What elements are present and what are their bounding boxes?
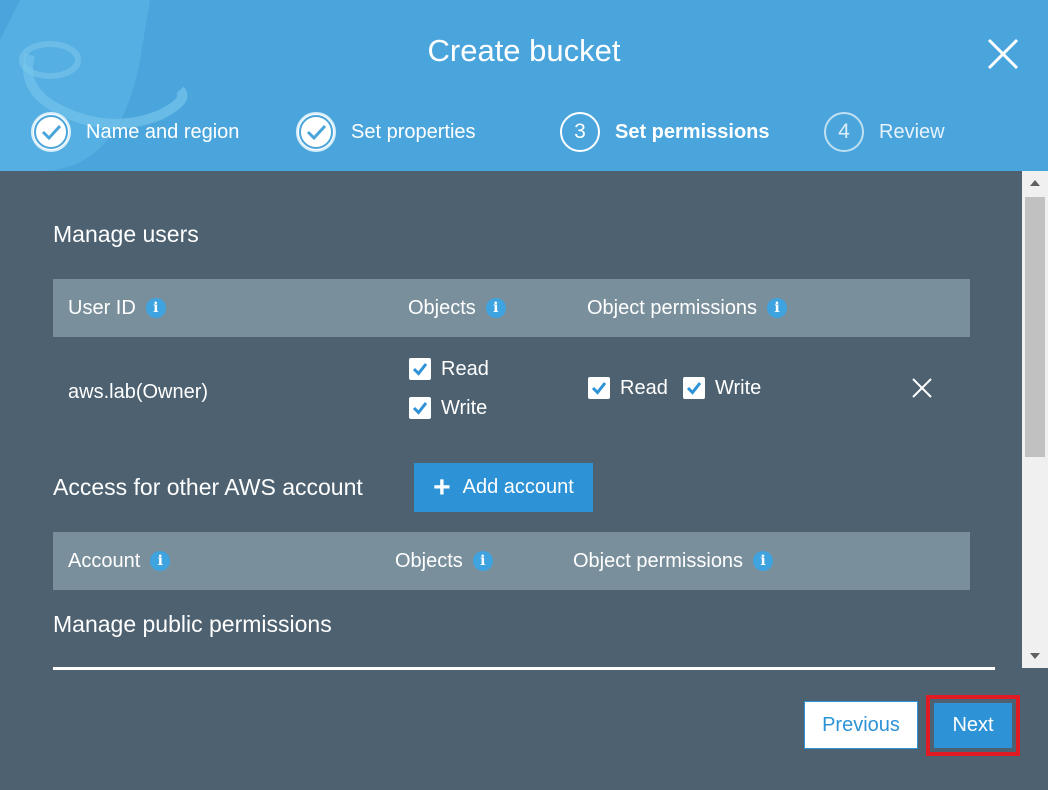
step-number: 3: [560, 112, 600, 152]
other-accounts-heading: Access for other AWS account: [53, 474, 363, 500]
close-icon[interactable]: [985, 36, 1021, 72]
step-label: Review: [879, 120, 945, 143]
divider: [53, 667, 995, 670]
column-header-objects: Objects i: [408, 279, 506, 337]
step-complete-icon: [296, 112, 336, 152]
step-number: 4: [824, 112, 864, 152]
users-table-header: User ID i Objects i Object permissions i: [53, 279, 970, 337]
info-icon[interactable]: i: [485, 298, 506, 318]
check-icon[interactable]: [409, 397, 431, 419]
object-permissions-write-checkbox[interactable]: Write: [683, 374, 761, 402]
manage-users-heading: Manage users: [53, 221, 199, 247]
check-icon[interactable]: [588, 377, 610, 399]
user-id-cell: aws.lab(Owner): [68, 380, 209, 403]
object-permissions-read-checkbox[interactable]: Read: [588, 374, 668, 402]
public-permissions-heading: Manage public permissions: [53, 611, 332, 637]
dialog-header: Create bucket Name and region Set proper…: [0, 0, 1048, 171]
add-account-button[interactable]: + Add account: [414, 463, 593, 512]
dialog-title: Create bucket: [427, 33, 621, 68]
step-label: Set properties: [351, 120, 476, 143]
column-header-object-permissions: Object permissions i: [573, 532, 774, 590]
check-icon[interactable]: [409, 358, 431, 380]
step-complete-icon: [31, 112, 71, 152]
plus-icon: +: [433, 470, 451, 504]
column-header-account: Account i: [68, 532, 171, 590]
scroll-up-icon[interactable]: [1030, 180, 1040, 186]
column-header-objects: Objects i: [395, 532, 493, 590]
column-header-user-id: User ID i: [68, 279, 166, 337]
next-button[interactable]: Next: [934, 703, 1012, 748]
step-name-and-region[interactable]: Name and region: [31, 110, 239, 154]
wizard-steps: Name and region Set properties 3 Set per…: [0, 110, 1048, 154]
step-label: Name and region: [86, 120, 240, 143]
info-icon[interactable]: i: [150, 551, 171, 571]
info-icon[interactable]: i: [472, 551, 493, 571]
step-review[interactable]: 4 Review: [824, 110, 945, 154]
remove-icon[interactable]: [910, 376, 934, 400]
accounts-table-header: Account i Objects i Object permissions i: [53, 532, 970, 590]
step-set-properties[interactable]: Set properties: [296, 110, 476, 154]
scroll-down-icon[interactable]: [1030, 653, 1040, 659]
info-icon[interactable]: i: [753, 551, 774, 571]
step-label: Set permissions: [615, 120, 770, 143]
column-header-object-permissions: Object permissions i: [587, 279, 788, 337]
previous-button[interactable]: Previous: [804, 701, 918, 749]
info-icon[interactable]: i: [145, 298, 166, 318]
check-icon[interactable]: [683, 377, 705, 399]
scroll-thumb[interactable]: [1025, 197, 1045, 457]
step-set-permissions[interactable]: 3 Set permissions: [560, 110, 770, 154]
info-icon[interactable]: i: [767, 298, 788, 318]
objects-read-checkbox[interactable]: Read: [409, 355, 489, 383]
objects-write-checkbox[interactable]: Write: [409, 394, 487, 422]
vertical-scrollbar[interactable]: [1022, 171, 1048, 668]
